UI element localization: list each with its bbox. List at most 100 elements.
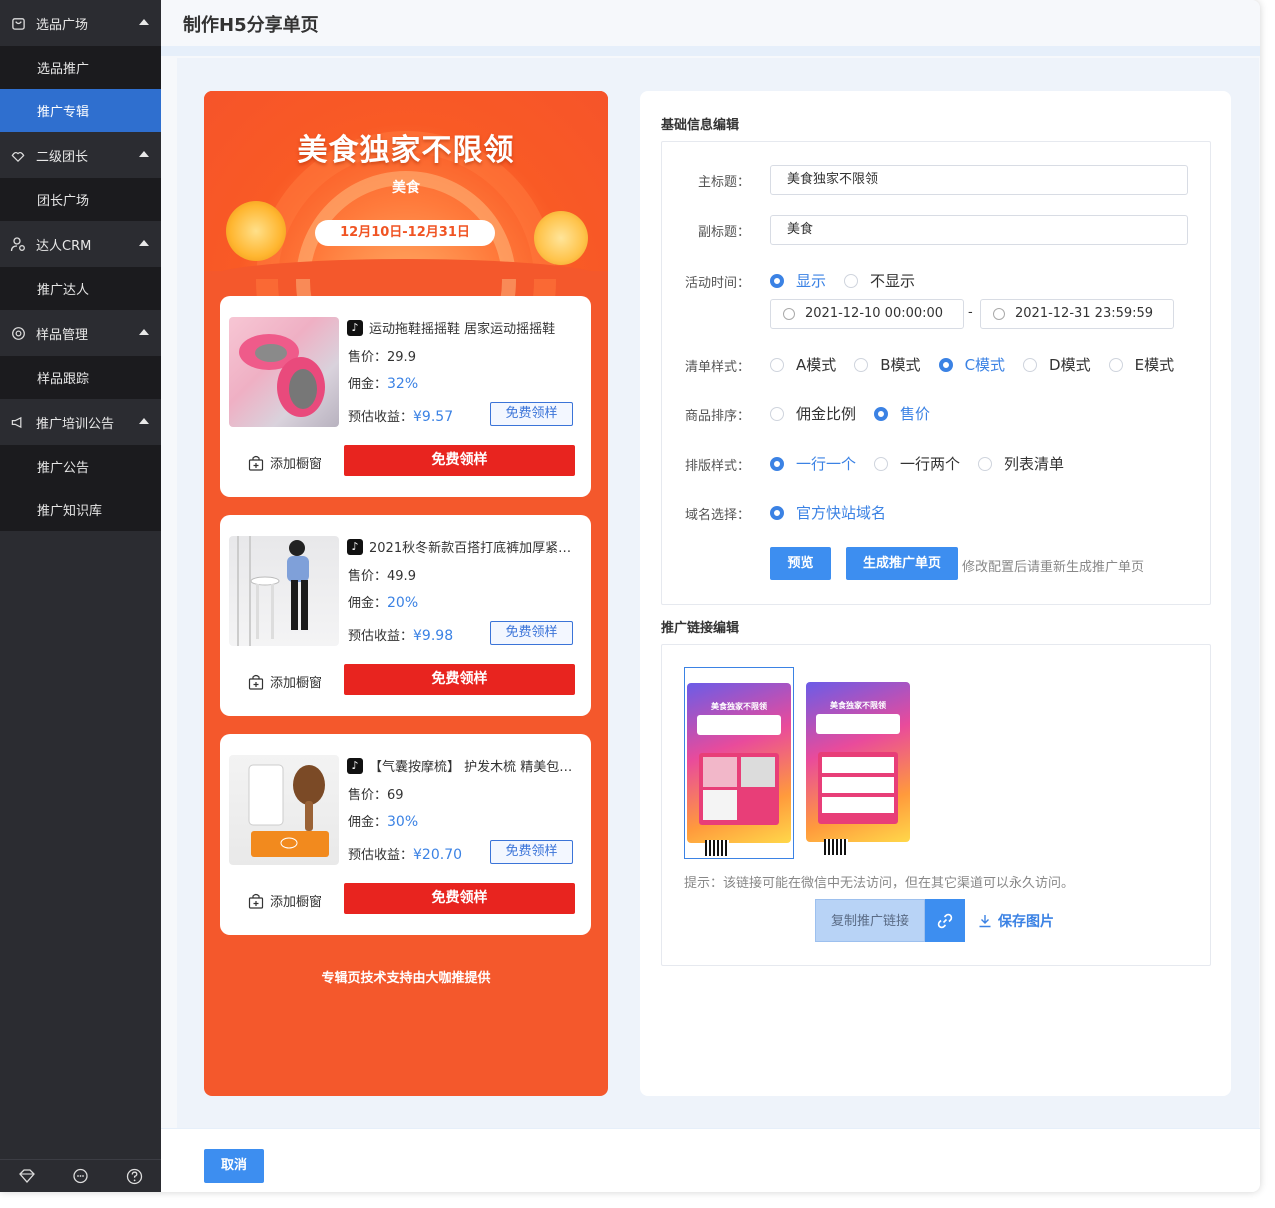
nav-group-selection[interactable]: 选品广场 (0, 0, 161, 46)
nav-group-second-leader[interactable]: 二级团长 (0, 132, 161, 178)
preview-button[interactable]: 预览 (770, 547, 831, 580)
sidebar-item-promo-album[interactable]: 推广专辑 (0, 89, 161, 132)
sub-title-label: 副标题： (697, 225, 750, 240)
copy-link-button[interactable]: 复制推广链接 (815, 899, 925, 942)
add-to-window-label: 添加橱窗 (270, 676, 323, 691)
product-image[interactable] (229, 536, 339, 646)
page-title: 制作H5分享单页 (183, 15, 319, 36)
radio-style-a[interactable]: A模式 (770, 354, 836, 375)
radio-style-e[interactable]: E模式 (1108, 354, 1175, 375)
radio-domain-official[interactable]: 官方快站域名 (770, 502, 886, 523)
earn-row: 预估收益：¥9.57 (348, 406, 453, 425)
add-to-window-button[interactable]: 添加橱窗 (248, 672, 322, 691)
add-to-window-button[interactable]: 添加橱窗 (248, 453, 322, 472)
help-icon[interactable] (124, 1166, 144, 1186)
list-style-radio-group: A模式 B模式 C模式 D模式 E模式 (770, 354, 1174, 375)
product-title: 【气囊按摩梳】 护发木梳 精美包装礼盒 (369, 760, 583, 775)
copy-link-group: 复制推广链接 (815, 899, 965, 942)
radio-layout-list[interactable]: 列表清单 (978, 453, 1064, 474)
save-image-label: 保存图片 (998, 914, 1054, 930)
poster-thumb (703, 790, 737, 820)
nav-group-label: 二级团长 (36, 149, 89, 165)
claim-sample-button[interactable]: 免费领样 (344, 883, 575, 914)
radio-label: A模式 (796, 356, 837, 374)
radio-dot (1023, 357, 1038, 372)
sidebar-item-announcement[interactable]: 推广公告 (0, 445, 161, 488)
radio-label: 显示 (796, 272, 827, 290)
earn-row: 预估收益：¥9.98 (348, 625, 453, 644)
radio-label: E模式 (1134, 356, 1175, 374)
radio-sort-commission[interactable]: 佣金比例 (770, 403, 856, 424)
free-sample-button[interactable]: 免费领样 (490, 402, 573, 426)
diamond-icon[interactable] (17, 1166, 37, 1186)
sidebar: 选品广场 选品推广 推广专辑 二级团长 团长广场 达人CRM 推广达人 样品管理… (0, 0, 161, 1192)
radio-show-time[interactable]: 显示 (770, 270, 826, 291)
generate-page-button[interactable]: 生成推广单页 (846, 547, 958, 580)
add-to-window-label: 添加橱窗 (270, 895, 323, 910)
sidebar-item-selection-promo[interactable]: 选品推广 (0, 46, 161, 89)
product-title-row: ♪ 运动拖鞋摇摇鞋 居家运动摇摇鞋 (347, 318, 583, 337)
h5-preview: 美食独家不限领 美食 12月10日-12月31日 ♪ 运动拖鞋摇摇鞋 居家运动摇摇… (204, 91, 608, 1096)
price-value: 49.9 (387, 569, 416, 584)
radio-layout-one[interactable]: 一行一个 (770, 453, 856, 474)
sub-title-input[interactable]: 美食 (770, 215, 1188, 245)
cancel-button[interactable]: 取消 (204, 1149, 264, 1183)
product-title-row: ♪ 【气囊按摩梳】 护发木梳 精美包装礼盒 (347, 756, 583, 775)
poster-header (816, 714, 900, 734)
list-style-label: 清单样式： (684, 360, 750, 375)
main-title-input[interactable]: 美食独家不限领 (770, 165, 1188, 195)
radio-sort-price[interactable]: 售价 (874, 403, 930, 424)
free-sample-button[interactable]: 免费领样 (490, 621, 573, 645)
product-title: 运动拖鞋摇摇鞋 居家运动摇摇鞋 (369, 322, 556, 337)
free-sample-button[interactable]: 免费领样 (490, 840, 573, 864)
save-image-button[interactable]: 保存图片 (978, 911, 1054, 931)
commission-value: 32% (387, 376, 419, 392)
nav-group-crm[interactable]: 达人CRM (0, 221, 161, 267)
product-image[interactable] (229, 755, 339, 865)
app-window: 选品广场 选品推广 推广专辑 二级团长 团长广场 达人CRM 推广达人 样品管理… (0, 0, 1260, 1192)
product-image[interactable] (229, 317, 339, 427)
start-date-value: 2021-12-10 00:00:00 (805, 306, 944, 321)
price-value: 69 (387, 788, 404, 803)
poster-preview: 美食独家不限领 (687, 683, 791, 843)
clock-icon (993, 308, 1005, 320)
link-tip: 提示：该链接可能在微信中无法访问，但在其它渠道可以永久访问。 (684, 876, 1075, 891)
tech-support-note: 专辑页技术支持由大咖推提供 (321, 971, 491, 986)
handshake-icon (10, 147, 26, 163)
radio-dot (854, 357, 869, 372)
radio-layout-two[interactable]: 一行两个 (874, 453, 960, 474)
start-date-picker[interactable]: 2021-12-10 00:00:00 (770, 299, 964, 329)
poster-option-2[interactable]: 美食独家不限领 (804, 667, 912, 857)
commission-row: 佣金：30% (348, 811, 418, 830)
download-icon (979, 915, 991, 928)
sidebar-item-sample-tracking[interactable]: 样品跟踪 (0, 356, 161, 399)
user-settings-icon (10, 236, 26, 252)
alarm-clock-icon (226, 201, 286, 261)
nav-group-samples[interactable]: 样品管理 (0, 310, 161, 356)
radio-hide-time[interactable]: 不显示 (844, 270, 915, 291)
sidebar-item-leader-square[interactable]: 团长广场 (0, 178, 161, 221)
link-icon[interactable] (925, 899, 965, 942)
earn-value: ¥9.98 (413, 628, 454, 644)
nav-group-training[interactable]: 推广培训公告 (0, 399, 161, 445)
end-date-picker[interactable]: 2021-12-31 23:59:59 (980, 299, 1174, 329)
sidebar-item-promo-talent[interactable]: 推广达人 (0, 267, 161, 310)
claim-sample-button[interactable]: 免费领样 (344, 445, 575, 476)
tiktok-icon: ♪ (347, 538, 363, 555)
nav-group-label: 选品广场 (36, 17, 89, 33)
domain-radio-group: 官方快站域名 (770, 502, 886, 523)
sidebar-item-knowledge-base[interactable]: 推广知识库 (0, 488, 161, 531)
radio-style-b[interactable]: B模式 (854, 354, 921, 375)
earn-label: 预估收益： (348, 848, 414, 863)
claim-sample-button[interactable]: 免费领样 (344, 664, 575, 695)
nav-group-label: 样品管理 (36, 327, 89, 343)
radio-style-c[interactable]: C模式 (938, 354, 1005, 375)
end-date-value: 2021-12-31 23:59:59 (1015, 306, 1154, 321)
hero-date: 12月10日-12月31日 (315, 220, 495, 246)
poster-option-1[interactable]: 美食独家不限领 (684, 667, 794, 859)
chat-icon[interactable] (70, 1166, 90, 1186)
radio-style-d[interactable]: D模式 (1023, 354, 1091, 375)
earn-label: 预估收益： (348, 629, 414, 644)
add-to-window-button[interactable]: 添加橱窗 (248, 891, 322, 910)
radio-dot (978, 456, 993, 471)
